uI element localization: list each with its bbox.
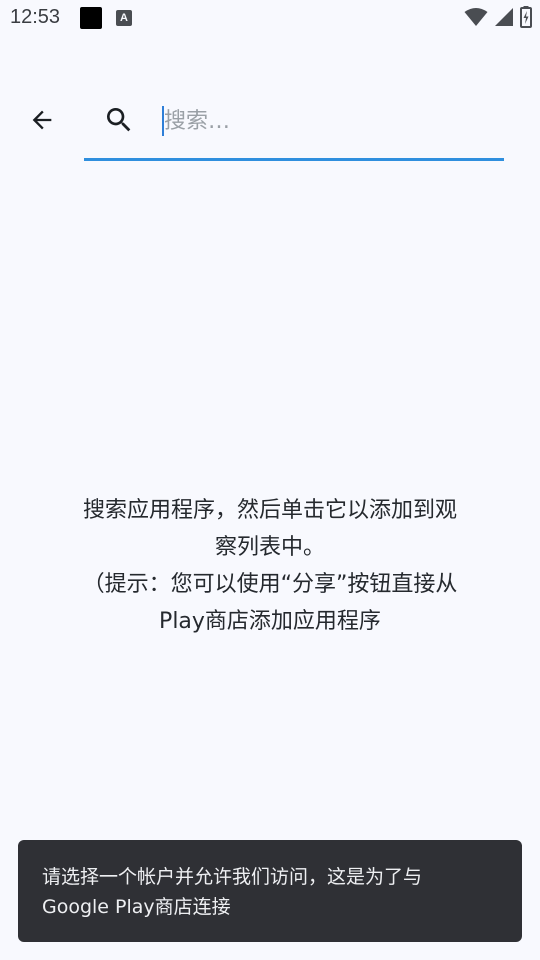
search-underline	[84, 158, 504, 161]
notification-square-icon	[80, 7, 102, 29]
status-bar: 12:53 A	[0, 0, 540, 38]
font-a-icon: A	[116, 10, 132, 26]
text-caret	[162, 106, 164, 136]
search-icon	[103, 104, 135, 136]
cellular-signal-icon	[495, 8, 513, 26]
arrow-back-icon	[32, 110, 52, 130]
back-button[interactable]	[22, 100, 62, 140]
battery-charging-icon	[520, 6, 532, 28]
search-input[interactable]	[162, 102, 494, 140]
wifi-icon	[464, 8, 488, 26]
snackbar: 请选择一个帐户并允许我们访问，这是为了与 Google Play商店连接	[18, 840, 522, 942]
empty-state-message: 搜索应用程序，然后单击它以添加到观 察列表中。 （提示：您可以使用“分享”按钮直…	[82, 498, 458, 634]
snackbar-text: 请选择一个帐户并允许我们访问，这是为了与 Google Play商店连接	[42, 866, 423, 918]
status-icons	[464, 6, 532, 28]
status-time: 12:53	[10, 6, 61, 28]
